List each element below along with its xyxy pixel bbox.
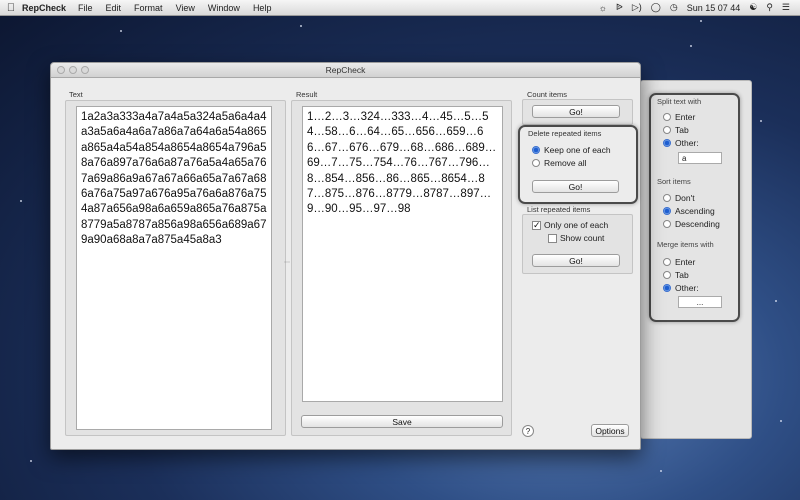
merge-tab-radio[interactable]: Tab — [663, 270, 689, 280]
options-panel: Split text with Enter Tab Other: a Sort … — [640, 80, 752, 439]
list-repeated-label: List repeated items — [527, 205, 591, 214]
only-one-checkbox[interactable]: ✓ Only one of each — [532, 220, 608, 230]
checkbox-icon — [548, 233, 557, 243]
menu-app-name[interactable]: RepCheck — [22, 3, 66, 13]
radio-icon — [663, 113, 671, 121]
radio-selected-icon — [663, 207, 671, 215]
merge-other-field[interactable]: ... — [678, 296, 722, 308]
radio-selected-icon — [663, 284, 671, 292]
text-input[interactable]: 1a2a3a333a4a7a4a5a324a5a6a4a4a3a5a6a4a6a… — [76, 106, 272, 430]
show-count-checkbox[interactable]: Show count — [548, 233, 604, 243]
split-tab-radio[interactable]: Tab — [663, 125, 689, 135]
count-items-box: Go! — [522, 99, 633, 125]
delete-go-button[interactable]: Go! — [532, 180, 619, 193]
wifi-icon[interactable]: ◯ — [651, 2, 661, 13]
brightness-icon[interactable]: ☼ — [599, 3, 607, 13]
merge-other-radio[interactable]: Other: — [663, 283, 699, 293]
window-title: RepCheck — [325, 65, 366, 75]
menu-bar:  RepCheck File Edit Format View Window … — [0, 0, 800, 16]
count-go-button[interactable]: Go! — [532, 105, 620, 118]
split-enter-radio[interactable]: Enter — [663, 112, 695, 122]
checkmark-icon: ✓ — [532, 219, 541, 230]
count-items-label: Count items — [527, 90, 568, 99]
menu-clock[interactable]: Sun 15 07 44 — [687, 3, 741, 13]
radio-icon — [663, 126, 671, 134]
text-label: Text — [69, 90, 83, 99]
menu-help[interactable]: Help — [253, 3, 272, 13]
radio-icon — [663, 220, 671, 228]
time-machine-icon[interactable]: ◷ — [670, 2, 678, 13]
sort-ascending-radio[interactable]: Ascending — [663, 206, 715, 216]
result-panel: 1…2…3…324…333…4…45…5…54…58…6…64…65…656…6… — [291, 100, 512, 436]
menu-window[interactable]: Window — [208, 3, 240, 13]
save-button[interactable]: Save — [301, 415, 503, 428]
title-bar[interactable]: RepCheck — [51, 63, 640, 78]
options-button[interactable]: Options — [591, 424, 629, 437]
list-repeated-box: ✓ Only one of each Show count Go! — [522, 214, 633, 274]
merge-enter-radio[interactable]: Enter — [663, 257, 695, 267]
radio-icon — [532, 159, 540, 167]
delete-repeated-label: Delete repeated items — [528, 129, 602, 138]
radio-icon — [663, 258, 671, 266]
menu-file[interactable]: File — [78, 3, 93, 13]
remove-all-radio[interactable]: Remove all — [532, 158, 587, 168]
volume-icon[interactable]: ▷) — [632, 2, 642, 13]
sort-descending-radio[interactable]: Descending — [663, 219, 720, 229]
sort-dont-radio[interactable]: Don't — [663, 193, 695, 203]
menu-view[interactable]: View — [176, 3, 195, 13]
result-output[interactable]: 1…2…3…324…333…4…45…5…54…58…6…64…65…656…6… — [302, 106, 503, 402]
result-label: Result — [296, 90, 318, 99]
bluetooth-icon[interactable]: ᐉ — [616, 2, 623, 13]
help-button[interactable]: ? — [522, 425, 534, 437]
radio-icon — [663, 271, 671, 279]
merge-items-label: Merge items with — [657, 240, 714, 249]
resize-grip-icon[interactable]: ⋯ — [284, 259, 290, 266]
keep-one-radio[interactable]: Keep one of each — [532, 145, 611, 155]
user-icon[interactable]: ☯ — [749, 2, 757, 13]
main-window: RepCheck Text 1a2a3a333a4a7a4a5a324a5a6a… — [50, 62, 641, 450]
radio-icon — [663, 194, 671, 202]
radio-selected-icon — [532, 146, 540, 154]
notifications-icon[interactable]: ☰ — [782, 2, 790, 13]
split-text-label: Split text with — [657, 97, 702, 106]
radio-selected-icon — [663, 139, 671, 147]
apple-icon[interactable]:  — [0, 2, 22, 14]
text-panel: 1a2a3a333a4a7a4a5a324a5a6a4a4a3a5a6a4a6a… — [65, 100, 286, 436]
menu-edit[interactable]: Edit — [106, 3, 122, 13]
menu-format[interactable]: Format — [134, 3, 163, 13]
split-other-radio[interactable]: Other: — [663, 138, 699, 148]
list-go-button[interactable]: Go! — [532, 254, 620, 267]
sort-items-label: Sort items — [657, 177, 691, 186]
spotlight-icon[interactable]: ⚲ — [766, 2, 773, 13]
split-other-field[interactable]: a — [678, 152, 722, 164]
